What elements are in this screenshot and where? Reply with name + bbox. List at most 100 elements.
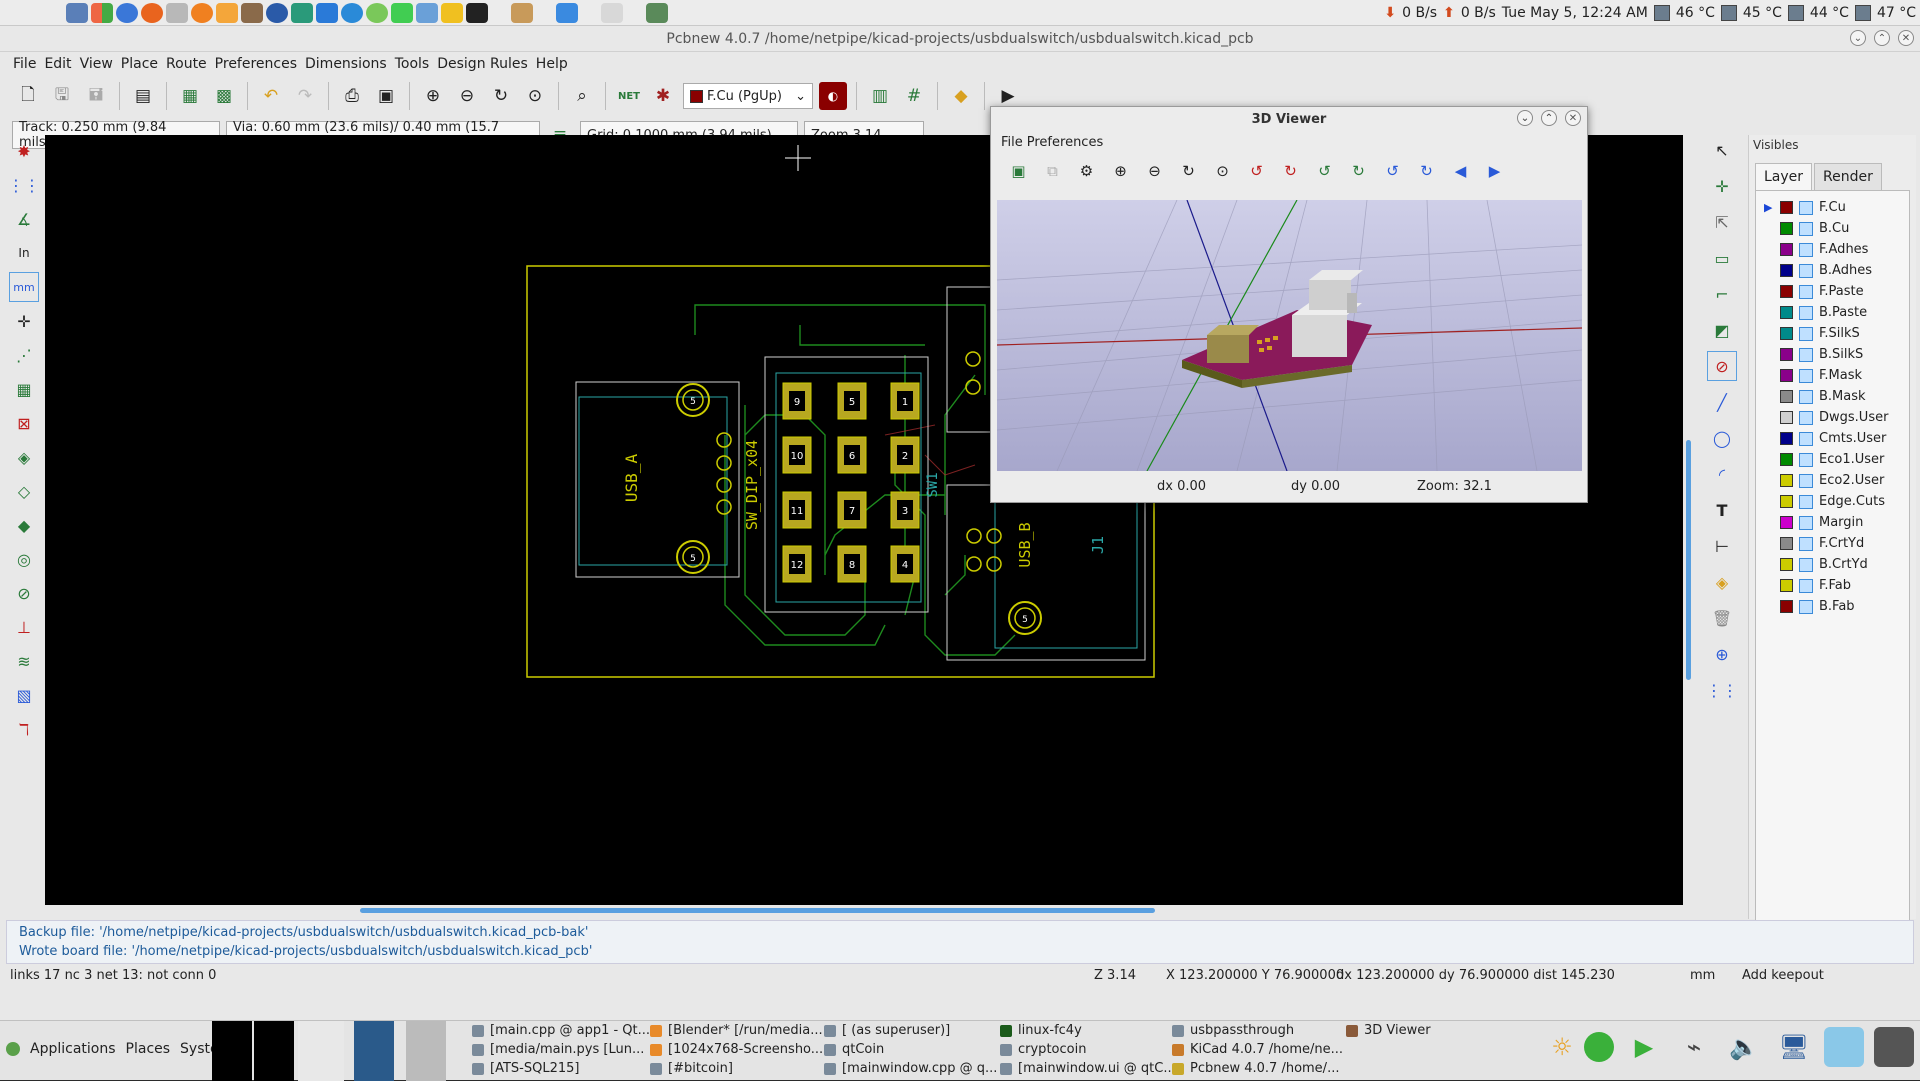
qt-launcher-icon[interactable] <box>391 2 413 23</box>
workspace-1[interactable] <box>212 1021 252 1081</box>
zones-outline-icon[interactable]: ◇ <box>9 476 39 506</box>
menu-place[interactable]: Place <box>120 56 159 72</box>
pads-sketch-icon[interactable]: ◎ <box>9 544 39 574</box>
open-board-icon[interactable]: 🖫 <box>48 82 76 110</box>
task-item[interactable]: qtCoin <box>824 1042 884 1057</box>
layer-row-bpaste[interactable]: B.Paste <box>1756 302 1909 323</box>
microwave-toolbar-icon[interactable]: ℸ <box>9 714 39 744</box>
local-ratsnest-icon[interactable]: ⇱ <box>1707 207 1737 237</box>
layer-select[interactable]: F.Cu (PgUp) ⌄ <box>683 83 813 109</box>
workspace-4[interactable] <box>354 1021 394 1081</box>
find-icon[interactable]: ⌕ <box>568 82 596 110</box>
delete-icon[interactable]: 🗑 <box>1707 603 1737 633</box>
redo-icon[interactable]: ↷ <box>291 82 319 110</box>
minimize-button[interactable]: ⌄ <box>1850 30 1866 46</box>
layer-visible-checkbox[interactable] <box>1799 326 1813 341</box>
menu-places[interactable]: Places <box>126 1041 171 1057</box>
task-item[interactable]: linux-fc4y <box>1000 1023 1082 1038</box>
layer-swatch[interactable] <box>1780 495 1793 508</box>
library-browser-icon[interactable]: ▩ <box>210 82 238 110</box>
layer-row-fcu[interactable]: ▶ F.Cu <box>1756 197 1909 218</box>
settings-icon[interactable]: ⚙ <box>1073 158 1100 185</box>
layer-swatch[interactable] <box>1780 306 1793 319</box>
layer-visible-checkbox[interactable] <box>1799 305 1813 320</box>
layer-swatch[interactable] <box>1780 390 1793 403</box>
gimp-launcher-icon[interactable] <box>241 2 263 23</box>
move-left-icon[interactable]: ◀ <box>1447 158 1474 185</box>
layer-row-cmts[interactable]: Cmts.User <box>1756 428 1909 449</box>
rotate-y-ccw-icon[interactable]: ↻ <box>1345 158 1372 185</box>
paint-launcher-icon[interactable] <box>216 2 238 23</box>
layer-swatch[interactable] <box>1780 243 1793 256</box>
play-icon[interactable]: ▶ <box>1624 1027 1664 1067</box>
auto-delete-track-icon[interactable]: ⊠ <box>9 408 39 438</box>
layer-swatch[interactable] <box>1780 285 1793 298</box>
bulb-launcher-icon[interactable] <box>601 2 623 23</box>
task-item[interactable]: KiCad 4.0.7 /home/ne... <box>1172 1042 1343 1057</box>
layer-swatch[interactable] <box>1780 537 1793 550</box>
menu-dimensions[interactable]: Dimensions <box>304 56 388 72</box>
highlight-net-icon[interactable]: ✛ <box>1707 171 1737 201</box>
task-item[interactable]: [media/main.pys [Lun... <box>472 1042 644 1057</box>
layer-visible-checkbox[interactable] <box>1799 599 1813 614</box>
zoom-out-icon[interactable]: ⊖ <box>453 82 481 110</box>
task-item[interactable]: [1024x768-Screensho... <box>650 1042 823 1057</box>
layer-swatch[interactable] <box>1780 600 1793 613</box>
menu-route[interactable]: Route <box>165 56 208 72</box>
task-item[interactable]: [mainwindow.ui @ qtC... <box>1000 1061 1176 1076</box>
layer-row-eco1[interactable]: Eco1.User <box>1756 449 1909 470</box>
move-right-icon[interactable]: ▶ <box>1481 158 1508 185</box>
status-green-icon[interactable] <box>1584 1032 1614 1062</box>
terminal-launcher-icon[interactable] <box>466 2 488 23</box>
add-footprint-icon[interactable]: ▭ <box>1707 243 1737 273</box>
zoom-in-icon[interactable]: ⊕ <box>1107 158 1134 185</box>
layer-row-fmask[interactable]: F.Mask <box>1756 365 1909 386</box>
mail-launcher-icon[interactable] <box>166 2 188 23</box>
tracks-sketch-icon[interactable]: ⊥ <box>9 612 39 642</box>
layer-row-edgecuts[interactable]: Edge.Cuts <box>1756 491 1909 512</box>
network-icon[interactable]: 🖥 <box>1774 1027 1814 1067</box>
grid-toggle-icon[interactable]: ⋮⋮ <box>8 170 40 200</box>
menu-view[interactable]: View <box>79 56 114 72</box>
layer-row-fsilks[interactable]: F.SilkS <box>1756 323 1909 344</box>
task-item[interactable]: [ (as superuser)] <box>824 1023 950 1038</box>
reload-board-icon[interactable]: ▣ <box>1005 158 1032 185</box>
layer-visible-checkbox[interactable] <box>1799 389 1813 404</box>
copy-image-icon[interactable]: ⧉ <box>1039 158 1066 185</box>
maximize-button[interactable]: ⌃ <box>1541 110 1557 126</box>
layer-swatch[interactable] <box>1780 453 1793 466</box>
workspace-5[interactable] <box>406 1021 446 1081</box>
calculator-launcher-icon[interactable] <box>66 2 88 23</box>
autoplace-icon[interactable]: ◆ <box>947 82 975 110</box>
viewer3d-menu-file[interactable]: File <box>1001 135 1023 150</box>
layer-row-bfab[interactable]: B.Fab <box>1756 596 1909 617</box>
clock[interactable]: Tue May 5, 12:24 AM <box>1502 5 1648 21</box>
redraw-icon[interactable]: ↻ <box>1175 158 1202 185</box>
module-editor-icon[interactable]: ▥ <box>866 82 894 110</box>
zoom-in-icon[interactable]: ⊕ <box>419 82 447 110</box>
layer-row-eco2[interactable]: Eco2.User <box>1756 470 1909 491</box>
layer-visible-checkbox[interactable] <box>1799 473 1813 488</box>
layer-row-ffab[interactable]: F.Fab <box>1756 575 1909 596</box>
rotate-y-cw-icon[interactable]: ↺ <box>1311 158 1338 185</box>
grid-origin-icon[interactable]: ⋮⋮ <box>1706 675 1738 705</box>
layer-visible-checkbox[interactable] <box>1799 494 1813 509</box>
save-board-icon[interactable]: 🖬 <box>82 82 110 110</box>
network-launcher-icon[interactable] <box>291 2 313 23</box>
add-target-icon[interactable]: ◈ <box>1707 567 1737 597</box>
layer-swatch[interactable] <box>1780 474 1793 487</box>
layer-swatch[interactable] <box>1780 432 1793 445</box>
menu-design-rules[interactable]: Design Rules <box>436 56 529 72</box>
new-board-icon[interactable]: 🗋 <box>14 82 42 110</box>
layer-row-bcrtyd[interactable]: B.CrtYd <box>1756 554 1909 575</box>
high-contrast-icon[interactable]: ≋ <box>9 646 39 676</box>
mode-track-icon[interactable]: # <box>900 82 928 110</box>
smile-launcher-icon[interactable] <box>366 2 388 23</box>
menu-tools[interactable]: Tools <box>394 56 431 72</box>
rotate-x-ccw-icon[interactable]: ↻ <box>1277 158 1304 185</box>
task-item[interactable]: [Blender* [/run/media... <box>650 1023 823 1038</box>
add-dimension-icon[interactable]: ⊢ <box>1707 531 1737 561</box>
add-line-icon[interactable]: ╱ <box>1707 387 1737 417</box>
zoom-fit-icon[interactable]: ⊙ <box>1209 158 1236 185</box>
task-item[interactable]: Pcbnew 4.0.7 /home/... <box>1172 1061 1339 1076</box>
